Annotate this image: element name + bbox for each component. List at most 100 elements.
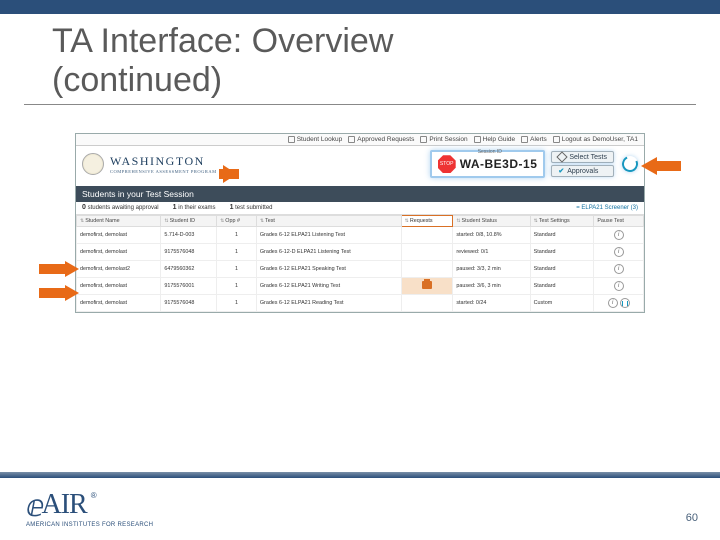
air-tagline: AMERICAN INSTITUTES FOR RESEARCH <box>26 522 153 528</box>
stop-session-button[interactable]: STOP <box>438 155 456 173</box>
state-seal-icon <box>82 153 104 175</box>
col-test[interactable]: ⇅Test <box>256 216 401 227</box>
cell-status: paused: 3/3, 2 min <box>453 261 530 278</box>
students-table: ⇅Student Name ⇅Student ID ⇅Opp # ⇅Test ⇅… <box>76 215 644 312</box>
cell-actions <box>594 278 644 295</box>
alert-icon <box>521 136 528 143</box>
requests-cell <box>401 295 453 312</box>
cell-settings: Standard <box>530 227 594 244</box>
cell-status: started: 0/24 <box>453 295 530 312</box>
info-button[interactable] <box>614 230 624 240</box>
requests-cell <box>401 227 453 244</box>
table-row: demofirst, demolast5.714-D-0031Grades 6-… <box>77 227 644 244</box>
toolbar-label: Approved Requests <box>357 136 414 143</box>
col-id[interactable]: ⇅Student ID <box>161 216 217 227</box>
col-name[interactable]: ⇅Student Name <box>77 216 161 227</box>
summary-text: students awaiting approval <box>88 205 159 211</box>
pause-button[interactable] <box>620 298 630 308</box>
cell-test: Grades 6-12 ELPA21 Writing Test <box>256 278 401 295</box>
cell-actions <box>594 244 644 261</box>
print-request-cell[interactable] <box>401 278 453 295</box>
student-lookup-button[interactable]: Student Lookup <box>288 136 343 143</box>
registered-mark: ® <box>91 491 97 500</box>
brand-subtitle: COMPREHENSIVE ASSESSMENT PROGRAM <box>110 169 217 174</box>
col-opp[interactable]: ⇅Opp # <box>217 216 257 227</box>
summary-text: in their exams <box>178 205 215 211</box>
summary-count: 0 <box>82 204 86 211</box>
book-icon <box>474 136 481 143</box>
cell-test: Grades 6-12 ELPA21 Speaking Test <box>256 261 401 278</box>
info-button[interactable] <box>614 264 624 274</box>
slide-footer: ⅇAIR ® AMERICAN INSTITUTES FOR RESEARCH … <box>0 472 720 540</box>
cell-name: demofirst, demolast <box>77 227 161 244</box>
printer-icon <box>420 136 427 143</box>
col-pause: Pause Test <box>594 216 644 227</box>
info-button[interactable] <box>608 298 618 308</box>
app-toolbar: Student Lookup Approved Requests Print S… <box>76 134 644 146</box>
col-requests[interactable]: ⇅Requests <box>401 216 453 227</box>
cell-test: Grades 6-12-D ELPA21 Listening Test <box>256 244 401 261</box>
table-row: demofirst, demolast91755760011Grades 6-1… <box>77 278 644 295</box>
cell-actions <box>594 295 644 312</box>
approved-requests-button[interactable]: Approved Requests <box>348 136 414 143</box>
cell-test: Grades 6-12 ELPA21 Reading Test <box>256 295 401 312</box>
col-settings[interactable]: ⇅Test Settings <box>530 216 594 227</box>
info-button[interactable] <box>614 281 624 291</box>
printer-icon <box>422 281 432 289</box>
cell-status: paused: 3/6, 3 min <box>453 278 530 295</box>
brand-name: WASHINGTON <box>110 154 217 169</box>
logout-button[interactable]: Logout as DemoUser, TA1 <box>553 136 638 143</box>
summary-count: 1 <box>173 204 177 211</box>
requests-cell <box>401 261 453 278</box>
session-id-value: WA-BE3D-15 <box>460 157 538 171</box>
select-tests-button[interactable]: Select Tests <box>551 151 614 163</box>
air-logo-text: AIR <box>41 489 86 521</box>
cell-settings: Standard <box>530 278 594 295</box>
callout-arrow-approvals <box>641 157 681 175</box>
cell-id: 9175576048 <box>161 295 217 312</box>
session-id-label: Session ID <box>478 149 502 155</box>
cell-name: demofirst, demolast2 <box>77 261 161 278</box>
callout-arrows-rows <box>39 261 79 309</box>
info-button[interactable] <box>614 247 624 257</box>
cell-opp: 1 <box>217 227 257 244</box>
title-line2: (continued) <box>52 61 222 99</box>
summary-row: 0 students awaiting approval 1 in their … <box>76 202 644 215</box>
filter-link[interactable]: = ELPA21 Screener (3) <box>576 205 638 211</box>
cell-test: Grades 6-12 ELPA21 Listening Test <box>256 227 401 244</box>
table-row: demofirst, demolast264795603621Grades 6-… <box>77 261 644 278</box>
toolbar-label: Logout as <box>562 136 591 143</box>
panel-title: Students in your Test Session <box>76 186 644 202</box>
slide-top-bar <box>0 0 720 14</box>
cell-id: 9175576001 <box>161 278 217 295</box>
callout-arrow-session <box>203 165 239 183</box>
cell-status: reviewed: 0/1 <box>453 244 530 261</box>
title-line1: TA Interface: Overview <box>52 22 393 60</box>
summary-text: test submitted <box>235 205 272 211</box>
check-icon: ✔ <box>558 167 564 175</box>
page-number: 60 <box>686 512 698 524</box>
cell-name: demofirst, demolast <box>77 244 161 261</box>
document-icon <box>348 136 355 143</box>
refresh-button[interactable] <box>620 154 641 175</box>
approvals-button[interactable]: ✔Approvals <box>551 165 614 177</box>
table-row: demofirst, demolast91755760481Grades 6-1… <box>77 244 644 261</box>
alerts-button[interactable]: Alerts <box>521 136 547 143</box>
cell-settings: Standard <box>530 261 594 278</box>
help-guide-button[interactable]: Help Guide <box>474 136 516 143</box>
cell-settings: Custom <box>530 295 594 312</box>
cell-opp: 1 <box>217 295 257 312</box>
cell-actions <box>594 227 644 244</box>
cell-id: 6479560362 <box>161 261 217 278</box>
brand: WASHINGTON COMPREHENSIVE ASSESSMENT PROG… <box>82 153 217 175</box>
print-session-button[interactable]: Print Session <box>420 136 467 143</box>
table-row: demofirst, demolast91755760481Grades 6-1… <box>77 295 644 312</box>
summary-count: 1 <box>230 204 234 211</box>
toolbar-label: Alerts <box>530 136 547 143</box>
cell-opp: 1 <box>217 278 257 295</box>
col-status[interactable]: ⇅Student Status <box>453 216 530 227</box>
cell-settings: Standard <box>530 244 594 261</box>
toolbar-label: Help Guide <box>483 136 516 143</box>
air-logo: ⅇAIR ® <box>26 489 153 524</box>
cell-actions <box>594 261 644 278</box>
